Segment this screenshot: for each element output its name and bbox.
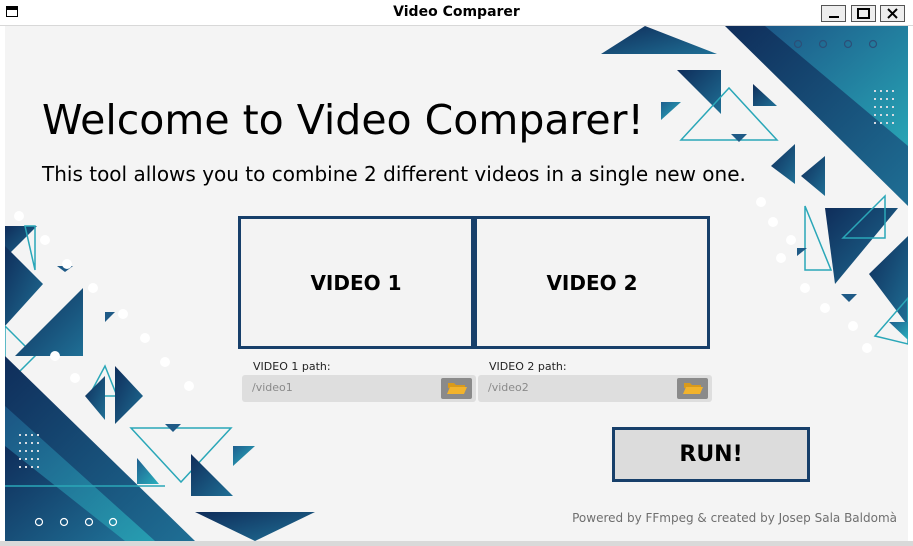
video-2-path-label: VIDEO 2 path: — [489, 360, 567, 373]
window-bottom-border — [0, 541, 913, 546]
run-button[interactable]: RUN! — [612, 427, 810, 482]
video-1-path-field — [242, 375, 476, 402]
minimize-button[interactable] — [821, 5, 846, 22]
video-1-drop-area[interactable]: VIDEO 1 — [238, 216, 474, 349]
footer-credits: Powered by FFmpeg & created by Josep Sal… — [572, 511, 897, 525]
video-1-browse-button[interactable] — [441, 378, 472, 399]
video-2-path-field — [478, 375, 712, 402]
close-button[interactable] — [880, 5, 905, 22]
video-2-path-input[interactable] — [488, 381, 668, 394]
folder-open-icon — [447, 383, 467, 394]
welcome-heading: Welcome to Video Comparer! — [42, 96, 644, 144]
video-1-path-label: VIDEO 1 path: — [253, 360, 331, 373]
maximize-icon — [857, 8, 870, 19]
minimize-icon — [829, 16, 839, 18]
video-1-path-input[interactable] — [252, 381, 432, 394]
close-icon — [887, 8, 898, 19]
main-window: Welcome to Video Comparer! This tool all… — [5, 26, 908, 541]
folder-open-icon — [683, 383, 703, 394]
subtitle-text: This tool allows you to combine 2 differ… — [42, 162, 746, 186]
video-2-browse-button[interactable] — [677, 378, 708, 399]
maximize-button[interactable] — [851, 5, 876, 22]
window-title: Video Comparer — [393, 4, 520, 20]
title-bar: Video Comparer — [0, 0, 913, 26]
video-2-drop-area[interactable]: VIDEO 2 — [474, 216, 710, 349]
